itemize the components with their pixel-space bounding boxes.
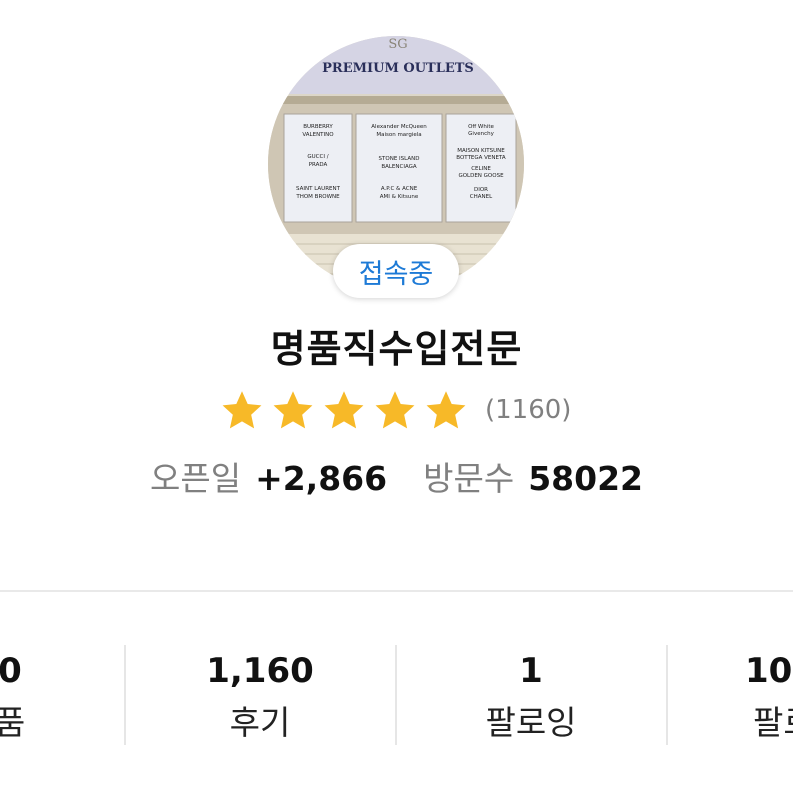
count-divider [395,645,397,745]
shop-stats: 오픈일 +2,866 방문수 58022 [0,452,793,500]
count-value: 0 [0,651,22,691]
count-label: 팔로 [753,703,793,742]
star-icon [426,391,466,429]
count-products[interactable]: 0 품 [0,645,130,749]
rating-row[interactable]: (1160) [220,386,571,434]
profile-counts: 0 품 1,160 후기 1 팔로잉 10, 팔로 [0,645,793,755]
shop-name: 명품직수입전문 [270,327,523,371]
panel-middle-text: Alexander McQueen [371,124,427,130]
star-icon [222,391,262,429]
panel-right-text: Givenchy [468,131,494,137]
count-reviews[interactable]: 1,160 후기 [140,645,380,749]
panel-left-text: GUCCI / [307,154,328,160]
count-divider [124,645,126,745]
open-days-value: +2,866 [255,459,388,498]
panel-right-text: CELINE [471,166,491,172]
brand-logo-icon: SG [388,37,407,52]
panel-right-text: CHANEL [470,194,493,200]
visit-count-value: 58022 [528,459,644,498]
count-label: 품 [0,703,26,742]
panel-right-text: DIOR [474,187,488,193]
count-value: 10, [745,651,793,691]
panel-middle-text: BALENCIAGA [381,164,417,170]
open-days-label: 오픈일 [149,459,242,498]
count-label: 팔로잉 [485,703,577,742]
count-following[interactable]: 1 팔로잉 [411,645,651,749]
panel-left-text: VALENTINO [302,132,334,138]
count-divider [666,645,668,745]
count-value: 1,160 [206,651,314,691]
panel-right-text: BOTTEGA VENETA [456,155,506,161]
panel-right-text: GOLDEN GOOSE [458,173,504,179]
panel-middle-text: Maison margiela [376,132,421,138]
star-icon [273,391,313,429]
panel-left-text: PRADA [309,162,328,168]
panel-right-text: Off White [468,124,494,130]
panel-left-text: THOM BROWNE [295,194,340,200]
panel-middle-text: STONE ISLAND [379,156,420,162]
panel-middle-text: AMI & Kitsune [380,194,419,200]
count-value: 1 [519,651,543,691]
star-icon [375,391,415,429]
panel-left-text: SAINT LAURENT [296,186,341,192]
panel-middle-text: A.P.C & ACNE [381,186,418,192]
online-status-badge: 접속중 [333,244,459,298]
review-count: (1160) [485,395,572,425]
sign-title: PREMIUM OUTLETS [322,61,474,76]
panel-right-text: MAISON KITSUNE [457,148,505,154]
star-rating [220,388,475,432]
count-followers[interactable]: 10, 팔로 [745,645,793,749]
panel-left-text: BURBERRY [303,124,333,130]
section-divider [0,590,793,592]
star-icon [324,391,364,429]
visit-count-label: 방문수 [423,459,515,498]
count-label: 후기 [229,703,291,742]
